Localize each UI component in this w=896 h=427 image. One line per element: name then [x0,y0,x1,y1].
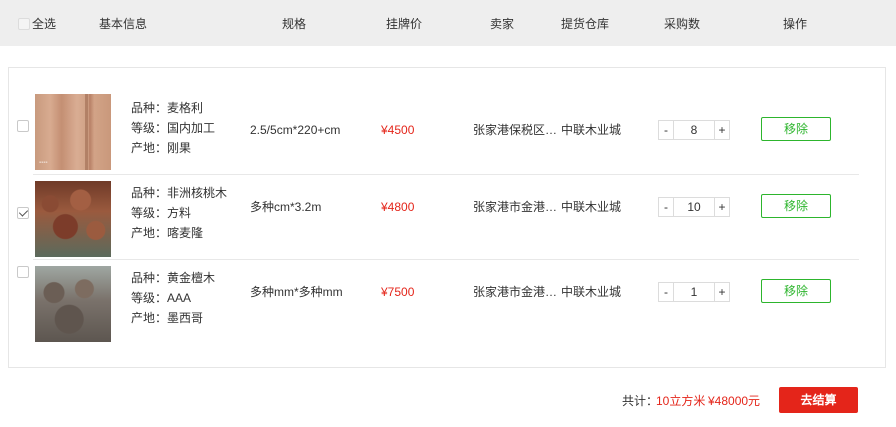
product-price: ¥7500 [381,285,415,299]
remove-button[interactable]: 移除 [761,194,831,218]
product-origin: 产地：喀麦隆 [131,226,204,240]
total-label: 共计： [622,394,659,408]
quantity-input[interactable]: 10 [673,198,715,216]
product-variety: 品种：黄金檀木 [131,271,216,285]
total-volume: 10立方米 [656,394,706,408]
cart-item-row: 品种：非洲核桃木 等级：方料 产地：喀麦隆 多种cm*3.2m ¥4800 张家… [9,179,885,265]
select-all-label[interactable]: 全选 [32,16,56,32]
column-header-action: 操作 [783,17,808,31]
product-grade: 等级：方料 [131,206,192,220]
checkout-button[interactable]: 去结算 [779,387,858,413]
product-info: 品种：麦格利 等级：国内加工 产地：刚果 [131,98,215,158]
product-image[interactable] [35,181,111,257]
quantity-stepper: - 8 + [658,120,730,140]
quantity-increase-button[interactable]: + [715,198,729,216]
cart-header: 全选 基本信息 规格 挂牌价 卖家 提货仓库 采购数 操作 [0,0,896,46]
cart-item-row: ▪▪▪▪ 品种：麦格利 等级：国内加工 产地：刚果 2.5/5cm*220+cm… [9,92,885,178]
quantity-decrease-button[interactable]: - [659,121,673,139]
product-origin: 产地：墨西哥 [131,311,204,325]
image-watermark: ▪▪▪▪ [39,160,48,166]
column-header-info: 基本信息 [99,17,148,31]
product-spec: 多种cm*3.2m [250,200,322,214]
column-header-spec: 规格 [282,17,307,31]
cart-item-list: ▪▪▪▪ 品种：麦格利 等级：国内加工 产地：刚果 2.5/5cm*220+cm… [8,67,886,368]
product-price: ¥4500 [381,123,415,137]
product-variety: 品种：非洲核桃木 [131,186,228,200]
item-checkbox-checked[interactable] [17,207,29,219]
quantity-increase-button[interactable]: + [715,283,729,301]
product-info: 品种：黄金檀木 等级：AAA 产地：墨西哥 [131,268,215,328]
quantity-decrease-button[interactable]: - [659,198,673,216]
quantity-stepper: - 10 + [658,197,730,217]
product-spec: 多种mm*多种mm [250,285,343,299]
column-header-warehouse: 提货仓库 [561,17,610,31]
quantity-input[interactable]: 1 [673,283,715,301]
row-divider [33,174,859,175]
column-header-seller: 卖家 [490,17,515,31]
product-image[interactable] [35,266,111,342]
product-warehouse: 中联木业城 [561,285,622,299]
total-price: ¥48000元 [708,394,761,408]
cart-item-row: 品种：黄金檀木 等级：AAA 产地：墨西哥 多种mm*多种mm ¥7500 张家… [9,264,885,350]
product-seller[interactable]: 张家港保税区… [473,122,557,138]
quantity-input[interactable]: 8 [673,121,715,139]
quantity-stepper: - 1 + [658,282,730,302]
row-divider [33,259,859,260]
product-variety: 品种：麦格利 [131,101,204,115]
product-spec: 2.5/5cm*220+cm [250,123,341,137]
remove-button[interactable]: 移除 [761,279,831,303]
product-seller[interactable]: 张家港市金港… [473,284,557,300]
select-all-checkbox[interactable] [18,18,30,30]
column-header-price: 挂牌价 [386,17,423,31]
product-warehouse: 中联木业城 [561,123,622,137]
product-image[interactable]: ▪▪▪▪ [35,94,111,170]
product-price: ¥4800 [381,200,415,214]
remove-button[interactable]: 移除 [761,117,831,141]
product-warehouse: 中联木业城 [561,200,622,214]
item-checkbox[interactable] [17,266,29,278]
quantity-decrease-button[interactable]: - [659,283,673,301]
quantity-increase-button[interactable]: + [715,121,729,139]
column-header-qty: 采购数 [664,17,701,31]
product-grade: 等级：AAA [131,291,192,305]
product-info: 品种：非洲核桃木 等级：方料 产地：喀麦隆 [131,183,227,243]
item-checkbox[interactable] [17,120,29,132]
product-grade: 等级：国内加工 [131,121,216,135]
product-seller[interactable]: 张家港市金港… [473,199,557,215]
product-origin: 产地：刚果 [131,141,192,155]
